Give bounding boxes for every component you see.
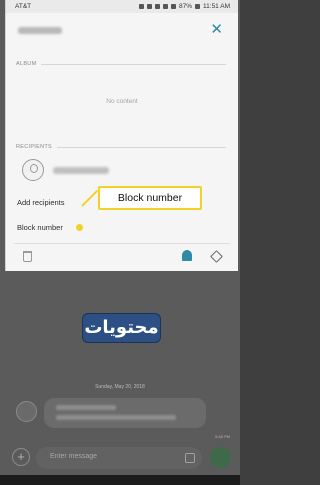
message-input[interactable]: Enter message [36, 447, 202, 469]
message-bubble[interactable] [44, 398, 206, 428]
status-bar: AT&T 87% 11:51 AM [6, 0, 238, 13]
watermark-text: محتويات [84, 317, 159, 338]
nfc-icon [147, 4, 152, 9]
message-text-redacted [56, 415, 176, 420]
divider [41, 63, 226, 65]
panel-header: ✕ [6, 18, 238, 48]
add-recipients-button[interactable]: Add recipients [17, 198, 65, 207]
message-input-placeholder: Enter message [50, 453, 98, 460]
status-indicators: 87% 11:51 AM [139, 3, 230, 10]
album-empty-text: No content [106, 98, 138, 105]
message-time: 5:46 PM [215, 434, 230, 439]
recipient-avatar[interactable] [22, 159, 44, 181]
recipients-section-heading: RECIPIENTS [16, 144, 226, 150]
battery-level: 87% [179, 3, 193, 10]
contact-avatar[interactable] [16, 401, 37, 422]
close-icon[interactable]: ✕ [210, 21, 223, 39]
divider [14, 243, 230, 244]
clock: 11:51 AM [203, 3, 230, 10]
message-text-redacted [56, 405, 116, 410]
carrier-label: AT&T [15, 3, 32, 10]
alarm-icon [139, 4, 144, 9]
pin-icon[interactable] [210, 250, 223, 263]
wifi-icon [163, 4, 168, 9]
watermark-logo: محتويات [82, 313, 161, 343]
album-heading-label: ALBUM [16, 61, 37, 67]
annotation-callout: Block number [98, 186, 202, 210]
divider [57, 146, 226, 148]
mute-icon [155, 4, 160, 9]
conversation-date: Sunday, May 20, 2018 [95, 384, 145, 390]
callout-pointer-dot [76, 224, 83, 231]
battery-icon [195, 4, 201, 9]
trash-icon[interactable] [23, 251, 32, 262]
details-panel: AT&T 87% 11:51 AM ✕ ALBUM No content REC… [5, 0, 238, 271]
contact-name-redacted [18, 27, 62, 34]
send-button[interactable] [210, 447, 231, 468]
add-attachment-button[interactable]: + [12, 448, 30, 466]
recipient-name-redacted[interactable] [53, 167, 109, 174]
block-number-button[interactable]: Block number [17, 223, 63, 232]
compose-bar: + Enter message [0, 442, 240, 474]
signal-icon [171, 4, 176, 9]
album-section-heading: ALBUM [16, 61, 226, 67]
sticker-icon[interactable] [185, 453, 195, 463]
recipients-heading-label: RECIPIENTS [16, 144, 53, 150]
bell-icon[interactable] [182, 250, 192, 261]
navigation-bar [0, 475, 240, 485]
